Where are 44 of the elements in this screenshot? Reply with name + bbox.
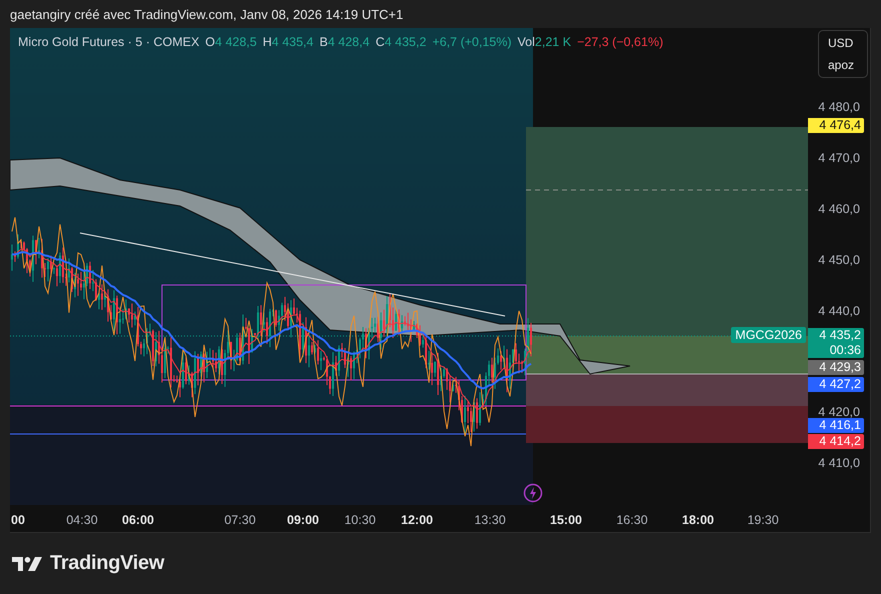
volume-label: Vol — [518, 35, 535, 49]
ohlc-value: 4 435,2 — [384, 35, 426, 49]
ohlc-value: 4 428,5 — [215, 35, 257, 49]
volume-change: −27,3 (−0,61%) — [577, 35, 664, 49]
time-label: 16:30 — [616, 513, 648, 527]
price-label: 4 460,0 — [818, 200, 860, 217]
time-label: 06:00 — [122, 513, 154, 527]
time-label: 10:30 — [344, 513, 376, 527]
price-badge: 4 435,2 00:36 — [808, 328, 864, 358]
ohlc-label: B — [320, 35, 328, 49]
symbol-name: Micro Gold Futures · 5 · COMEX — [18, 35, 200, 49]
ohlc-label: H — [262, 35, 272, 49]
time-label: 04:30 — [66, 513, 98, 527]
time-label: 07:30 — [224, 513, 256, 527]
price-badge: 4 416,1 — [808, 418, 864, 433]
ohlc-label: C — [376, 35, 385, 49]
chart-caption: gaetangiry créé avec TradingView.com, Janv 08, 2026 14:19 UTC+1 — [10, 6, 404, 22]
time-label: 00 — [11, 513, 25, 527]
volume-value: 2,21 K — [534, 35, 572, 49]
time-label: 19:30 — [747, 513, 779, 527]
price-badge: 4 427,2 — [808, 377, 864, 392]
time-label: 12:00 — [401, 513, 433, 527]
price-label: 4 470,0 — [818, 150, 860, 166]
ohlc-value: 4 435,4 — [272, 35, 314, 49]
time-label: 09:00 — [287, 513, 319, 527]
price-label: 4 480,0 — [818, 99, 860, 115]
lightning-icon[interactable] — [523, 483, 543, 503]
price-label: 4 450,0 — [818, 252, 860, 268]
time-label: 13:30 — [474, 513, 506, 527]
price-label: 4 420,0 — [818, 404, 860, 420]
currency-button[interactable]: USD apoz — [818, 30, 868, 78]
price-label: 4 410,0 — [818, 455, 860, 472]
price-label: 4 440,0 — [818, 302, 860, 319]
time-label: 15:00 — [550, 513, 582, 527]
price-badge: 4 429,3 — [808, 360, 864, 375]
price-change: +6,7 (+0,15%) — [432, 35, 512, 49]
logo-text: TradingView — [50, 552, 164, 575]
ohlc-label: O — [205, 35, 216, 49]
price-badge: 4 414,2 — [808, 434, 864, 449]
ohlc-value: 4 428,4 — [328, 35, 370, 49]
time-label: 18:00 — [682, 513, 714, 527]
symbol-tag: MGCG2026 — [731, 327, 806, 343]
price-badge: 4 476,4 — [808, 118, 864, 133]
logo-icon — [12, 556, 42, 570]
